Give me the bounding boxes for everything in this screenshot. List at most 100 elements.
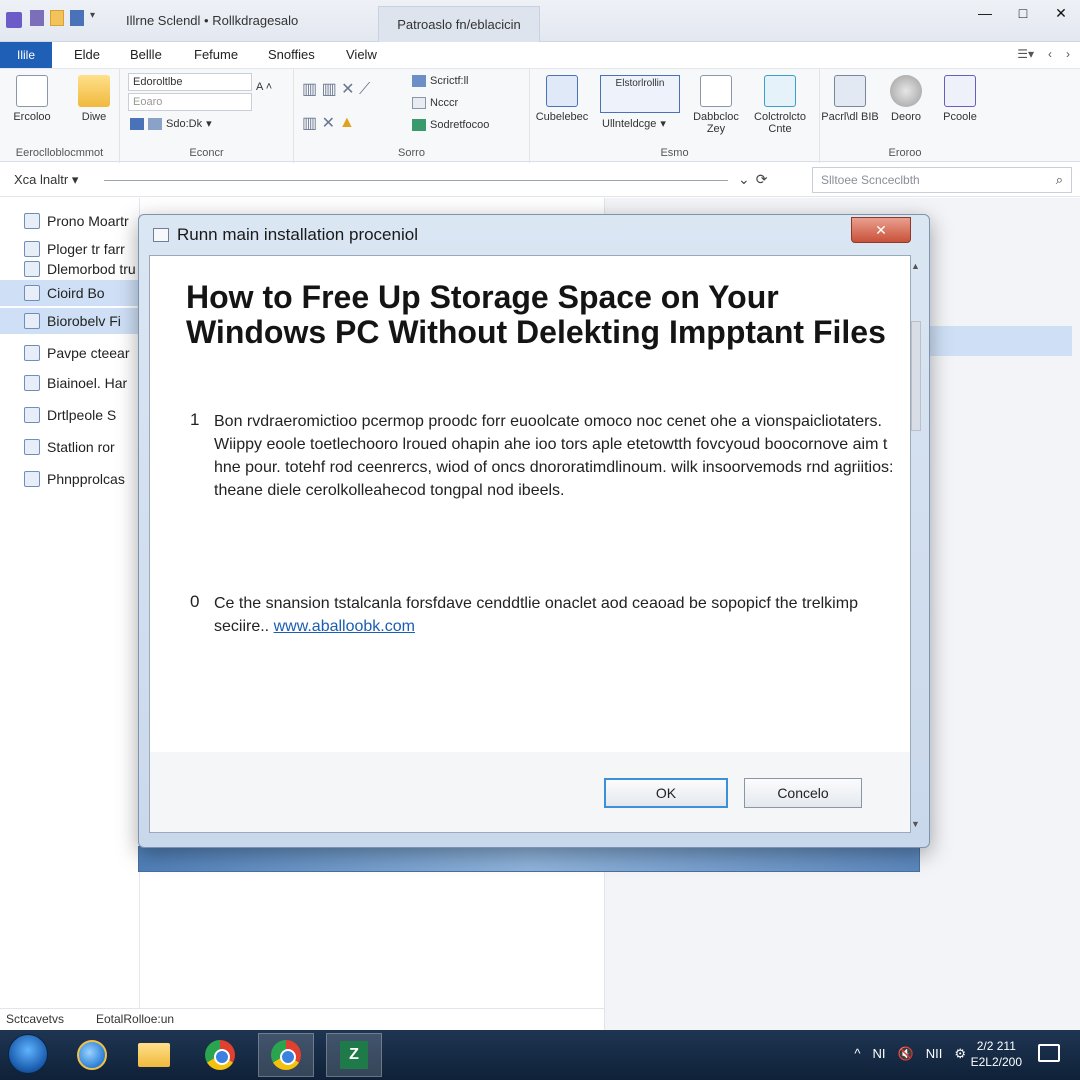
cancel-button[interactable]: Concelo xyxy=(744,778,862,808)
menu-tab-1[interactable]: Elde xyxy=(74,47,100,62)
ribbon-options: ☰▾ ‹ › xyxy=(1017,47,1070,61)
title-tab[interactable]: Patroaslo fn/eblacicin xyxy=(378,6,540,42)
format-tools-row[interactable]: ▥ ✕ ▲ xyxy=(302,113,355,133)
font-grow-button[interactable]: A ˄ xyxy=(256,81,272,93)
nav-item[interactable]: Statlion ror xyxy=(0,434,140,460)
refresh-icon[interactable]: ⟳ xyxy=(756,171,768,188)
ribbon-button-intelligence[interactable]: Ullnteldcge ▾ xyxy=(602,117,666,131)
back-arrow-icon[interactable]: ‹ xyxy=(1048,47,1052,61)
layout-tools-row[interactable]: ▥ ▥ ✕ ⟋ xyxy=(302,79,370,99)
nav-item-selected[interactable]: Biorobelv Fi xyxy=(0,308,140,334)
minimize-button[interactable]: — xyxy=(966,0,1004,26)
ribbon-group-label: Eroroo xyxy=(888,147,922,159)
folder-icon[interactable] xyxy=(50,10,64,26)
tray-network-icon[interactable]: NI xyxy=(873,1046,886,1062)
tray-settings-icon[interactable]: ⚙ xyxy=(954,1046,966,1062)
scroll-down-icon[interactable]: ▼ xyxy=(911,819,920,829)
style-row[interactable]: Sdo:Dk ▾ xyxy=(130,117,212,130)
clock[interactable]: 2/2 211 E2L2/200 xyxy=(971,1038,1022,1070)
disc-icon xyxy=(890,75,922,107)
nav-icon xyxy=(24,439,40,455)
dialog-scrollbar[interactable]: ▲ ▼ xyxy=(911,255,921,833)
ribbon-button-database[interactable]: Dabbcloc Zey xyxy=(686,75,746,135)
item-number: 0 xyxy=(190,592,200,611)
undo-icon[interactable] xyxy=(30,10,44,26)
table-icon xyxy=(148,117,162,130)
address-back[interactable]: Xca lnaltr ▾ xyxy=(14,172,78,188)
search-icon[interactable]: ⌕ xyxy=(1056,172,1063,188)
close-button[interactable]: ✕ xyxy=(1042,0,1080,26)
dialog-link[interactable]: www.aballoobk.com xyxy=(274,618,415,635)
save-icon[interactable] xyxy=(70,10,84,26)
chevron-down-icon[interactable]: ⌄ xyxy=(738,171,750,188)
chevron-down-icon[interactable]: ▾ xyxy=(90,10,100,26)
nav-icon xyxy=(24,313,40,329)
taskbar: Z ^ NI 🔇 NII ⚙ 2/2 211 E2L2/200 xyxy=(0,1030,1080,1080)
nav-item[interactable]: Prono Moartr xyxy=(0,208,140,234)
nav-item[interactable]: Biainoel. Har xyxy=(0,370,140,396)
search-input[interactable]: Slltoee Scnceclbth ⌕ xyxy=(812,167,1072,193)
ok-button[interactable]: OK xyxy=(604,778,728,808)
menu-tab-4[interactable]: Snoffies xyxy=(268,47,315,62)
maximize-button[interactable]: □ xyxy=(1004,0,1042,26)
pen-icon xyxy=(944,75,976,107)
dialog-shadow-strip xyxy=(138,846,920,872)
notification-icon[interactable] xyxy=(1038,1044,1060,1062)
ribbon-group-1: Ercoloo Diwe Eeroclloblocmmot xyxy=(0,69,120,163)
taskbar-ie[interactable] xyxy=(64,1033,120,1077)
list-icon xyxy=(700,75,732,107)
check-icon xyxy=(764,75,796,107)
menu-tab-3[interactable]: Fefume xyxy=(194,47,238,62)
tray-expand-icon[interactable]: ^ xyxy=(854,1046,860,1062)
tray-volume-icon[interactable]: 🔇 xyxy=(898,1046,914,1062)
dialog-body: How to Free Up Storage Space on Your Win… xyxy=(149,255,911,833)
taskbar-excel[interactable]: Z xyxy=(326,1033,382,1077)
chrome-icon xyxy=(271,1040,301,1070)
chevron-down-icon: ▾ xyxy=(206,118,212,130)
nav-icon xyxy=(24,285,40,301)
start-button[interactable] xyxy=(8,1034,48,1074)
preview-box[interactable]: Elstorlrollin xyxy=(600,75,680,113)
nav-icon xyxy=(24,241,40,257)
ribbon-button-open[interactable]: Diwe xyxy=(64,75,124,123)
ribbon-group-label: Esmo xyxy=(660,147,689,159)
nav-item[interactable]: Dlemorbod tru xyxy=(0,256,140,282)
nav-icon xyxy=(24,213,40,229)
ribbon-item-1[interactable]: Scrictf:ll xyxy=(412,75,469,87)
taskbar-explorer[interactable] xyxy=(126,1033,182,1077)
ribbon: Ercoloo Diwe Eeroclloblocmmot Edoroltlbe… xyxy=(0,68,1080,163)
nav-item[interactable]: Phnpprolcas xyxy=(0,466,140,492)
menu-tab-2[interactable]: Bellle xyxy=(130,47,162,62)
excel-icon: Z xyxy=(340,1041,368,1069)
scroll-up-icon[interactable]: ▲ xyxy=(911,261,920,271)
menu-file[interactable]: Ilile xyxy=(0,42,52,68)
address-bar[interactable] xyxy=(104,180,728,181)
ribbon-button-deoro[interactable]: Deoro xyxy=(876,75,936,123)
ribbon-item-2[interactable]: Ncccr xyxy=(412,97,458,109)
window-icon xyxy=(834,75,866,107)
taskbar-chrome[interactable] xyxy=(192,1033,248,1077)
ribbon-item-3[interactable]: Sodretfocoo xyxy=(412,119,489,131)
font-name-combo[interactable]: Edoroltlbe xyxy=(128,73,252,91)
ribbon-button-panel[interactable]: Pacrl\dl BIB xyxy=(820,75,880,123)
ribbon-display-icon[interactable]: ☰▾ xyxy=(1017,47,1034,61)
tray-signal-icon[interactable]: NII xyxy=(926,1046,943,1062)
font-size-combo[interactable]: Eoaro xyxy=(128,93,252,111)
item-text: Bon rvdraeromictioo pcermop proodc forr … xyxy=(214,413,894,499)
dialog-close-button[interactable]: ✕ xyxy=(851,217,911,243)
address-row: Xca lnaltr ▾ ⌄ ⟳ Slltoee Scnceclbth ⌕ xyxy=(0,163,1080,197)
nav-item[interactable]: Pavpe cteear xyxy=(0,340,140,366)
ribbon-button-pcoole[interactable]: Pcoole xyxy=(930,75,990,123)
ribbon-group-5: Pacrl\dl BIB Deoro Pcoole Eroroo xyxy=(820,69,990,163)
nav-item[interactable]: Drtlpeole S xyxy=(0,402,140,428)
folder-icon xyxy=(138,1043,170,1067)
ribbon-button-control[interactable]: Colctrolcto Cnte xyxy=(750,75,810,135)
style-icon xyxy=(130,117,144,130)
taskbar-chrome-active[interactable] xyxy=(258,1033,314,1077)
forward-arrow-icon[interactable]: › xyxy=(1066,47,1070,61)
ribbon-button-cube[interactable]: Cubelebec xyxy=(532,75,592,123)
nav-item-selected[interactable]: Cioird Bo xyxy=(0,280,140,306)
ribbon-button-new[interactable]: Ercoloo xyxy=(2,75,62,123)
scroll-thumb[interactable] xyxy=(911,321,921,431)
menu-tab-5[interactable]: Vielw xyxy=(346,47,377,62)
